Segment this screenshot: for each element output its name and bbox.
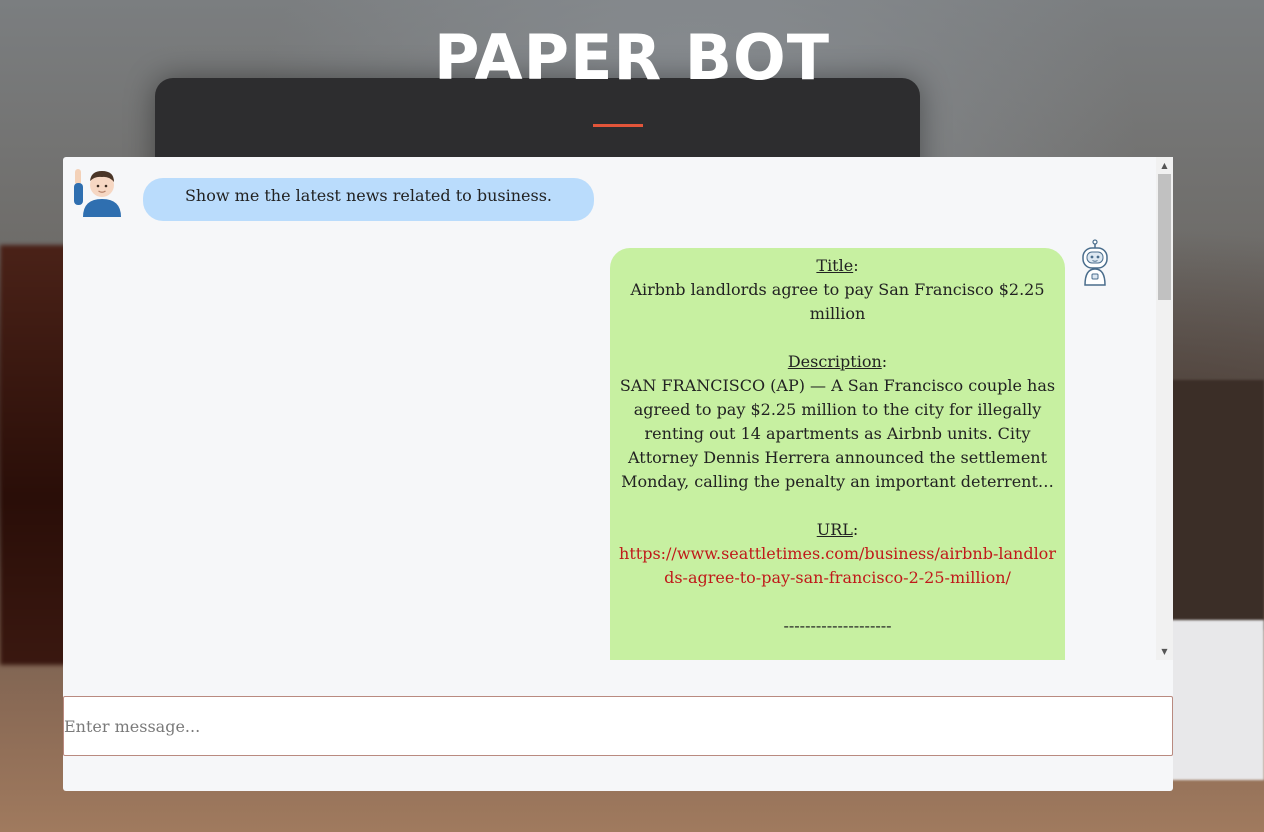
scroll-up-icon[interactable]: ▲ (1156, 157, 1173, 174)
background-glass (0, 245, 70, 665)
user-message-bubble: Show me the latest news related to busin… (143, 178, 594, 221)
title-label: Title (816, 256, 854, 275)
message-input[interactable] (63, 696, 1173, 756)
url-label: URL (816, 520, 853, 539)
news-title: Airbnb landlords agree to pay San Franci… (630, 280, 1045, 323)
message-scrollbar[interactable]: ▲ ▼ (1156, 157, 1173, 660)
scroll-down-icon[interactable]: ▼ (1156, 643, 1173, 660)
bot-message-bubble: Title: Airbnb landlords agree to pay San… (610, 248, 1065, 660)
chat-panel: Show me the latest news related to busin… (63, 157, 1173, 791)
user-message-text: Show me the latest news related to busin… (184, 186, 553, 205)
page-title: PAPER BOT (433, 21, 831, 94)
message-separator: -------------------- (783, 616, 892, 635)
background-book (1169, 380, 1264, 630)
title-divider (593, 124, 643, 127)
scroll-thumb[interactable] (1158, 174, 1171, 300)
message-list[interactable]: Show me the latest news related to busin… (63, 157, 1156, 660)
background-paper (1164, 620, 1264, 780)
news-url-link[interactable]: https://www.seattletimes.com/business/ai… (616, 542, 1059, 590)
person-raising-hand-icon (74, 169, 121, 217)
description-label: Description (787, 352, 882, 371)
robot-icon (1082, 239, 1108, 286)
news-description: SAN FRANCISCO (AP) — A San Francisco cou… (619, 376, 1056, 491)
